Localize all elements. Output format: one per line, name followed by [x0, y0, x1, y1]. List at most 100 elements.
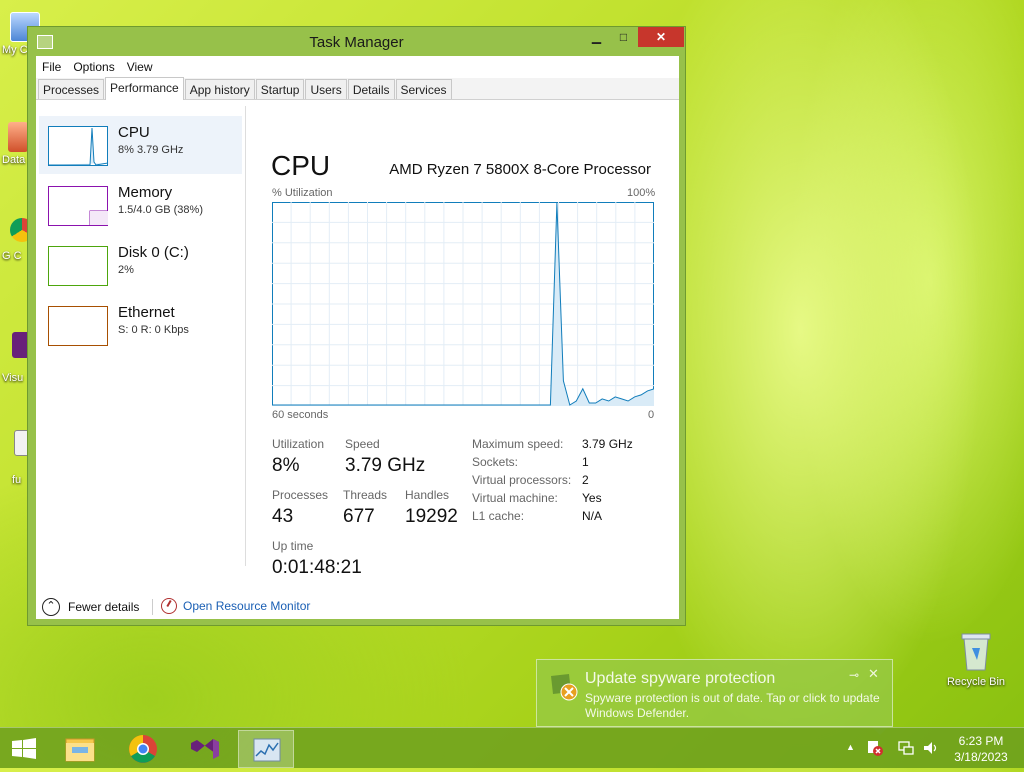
page-title: CPU: [271, 150, 331, 181]
task-manager-icon: [253, 738, 281, 762]
handles-value: 19292: [405, 506, 458, 527]
sockets-label: Sockets:: [472, 455, 519, 469]
graph-label: % Utilization: [272, 187, 333, 199]
show-hidden-icons-button[interactable]: ▲: [846, 742, 855, 752]
title-bar[interactable]: Task Manager ▁ □ ✕: [28, 27, 685, 56]
chevron-up-icon: ⌃: [42, 598, 60, 616]
graph-max-label: 100%: [627, 187, 656, 199]
tab-performance[interactable]: Performance: [105, 77, 184, 100]
utilization-value: 8%: [272, 455, 300, 476]
taskbar-visual-studio[interactable]: [177, 730, 233, 768]
resource-disk[interactable]: Disk 0 (C:) 2%: [39, 236, 242, 294]
close-button[interactable]: ✕: [638, 27, 684, 47]
resource-memory[interactable]: Memory 1.5/4.0 GB (38%): [39, 176, 242, 234]
clock[interactable]: 6:23 PM 3/18/2023: [948, 733, 1014, 765]
virtual-machine-value: Yes: [582, 491, 602, 505]
tab-processes[interactable]: Processes: [38, 79, 105, 99]
threads-label: Threads: [343, 488, 388, 502]
max-speed-label: Maximum speed:: [472, 437, 564, 451]
handles-label: Handles: [405, 488, 450, 502]
task-manager-window: Task Manager ▁ □ ✕ File Options View Pro…: [27, 26, 686, 626]
resource-cpu[interactable]: CPU 8% 3.79 GHz: [39, 116, 242, 174]
notification-toast[interactable]: Update spyware protection Spyware protec…: [536, 659, 893, 727]
notification-body: Spyware protection is out of date. Tap o…: [585, 691, 880, 720]
cpu-thumbnail-graph: [48, 126, 108, 166]
virtual-processors-label: Virtual processors:: [472, 473, 572, 487]
menu-bar: File Options View: [36, 56, 679, 78]
menu-options[interactable]: Options: [67, 56, 120, 78]
graph-grid: [272, 202, 654, 406]
taskbar-file-explorer[interactable]: [52, 730, 108, 768]
notification-title: Update spyware protection: [585, 670, 776, 687]
panel-divider: [245, 106, 246, 566]
data-app-icon: [8, 122, 28, 152]
menu-file[interactable]: File: [36, 56, 67, 78]
resource-ethernet[interactable]: Ethernet S: 0 R: 0 Kbps: [39, 296, 242, 354]
clock-date: 3/18/2023: [954, 750, 1008, 764]
start-button[interactable]: [0, 730, 48, 768]
l1-cache-label: L1 cache:: [472, 509, 525, 523]
graph-min-label: 0: [648, 409, 655, 421]
maximize-button[interactable]: □: [610, 27, 637, 47]
tab-startup[interactable]: Startup: [255, 79, 305, 99]
footer-divider: [152, 599, 153, 615]
memory-thumbnail-graph: [48, 186, 108, 226]
taskbar: ▲ 6:23 PM 3/18/2023: [0, 727, 1024, 768]
fewer-details-label: Fewer details: [68, 600, 140, 614]
open-resource-monitor-label: Open Resource Monitor: [183, 599, 311, 613]
virtual-machine-label: Virtual machine:: [472, 491, 558, 505]
taskbar-task-manager[interactable]: [238, 730, 294, 768]
resource-name: CPU: [118, 124, 150, 141]
tab-bar: Processes Performance App history Startu…: [36, 77, 679, 100]
network-icon[interactable]: [897, 739, 915, 757]
action-center-warning-icon[interactable]: [866, 739, 884, 757]
recycle-bin-label: Recycle Bin: [946, 676, 1006, 688]
defender-warning-icon: [551, 674, 578, 701]
open-resource-monitor-link[interactable]: Open Resource Monitor: [161, 598, 310, 614]
recycle-bin[interactable]: Recycle Bin: [940, 630, 1012, 688]
graph-time-label: 60 seconds: [272, 409, 329, 421]
fewer-details-button[interactable]: ⌃ Fewer details: [42, 598, 139, 616]
resource-detail: 1.5/4.0 GB (38%): [118, 204, 203, 216]
cpu-utilization-graph: [272, 202, 654, 406]
l1-cache-value: N/A: [582, 509, 603, 523]
processes-label: Processes: [272, 488, 329, 502]
windows-logo-icon: [12, 738, 36, 759]
threads-value: 677: [343, 506, 375, 527]
menu-view[interactable]: View: [121, 56, 159, 78]
sockets-value: 1: [582, 455, 589, 469]
tab-users[interactable]: Users: [305, 79, 347, 99]
tab-app-history[interactable]: App history: [184, 79, 255, 99]
uptime-value: 0:01:48:21: [272, 557, 362, 578]
clock-time: 6:23 PM: [958, 734, 1004, 748]
recycle-bin-icon: [960, 630, 992, 672]
resource-name: Ethernet: [118, 304, 175, 321]
folder-icon: [65, 738, 95, 762]
desktop-icon-label: Visu: [2, 372, 24, 384]
speed-label: Speed: [345, 437, 380, 451]
cpu-model: AMD Ryzen 7 5800X 8-Core Processor: [389, 161, 651, 178]
virtual-processors-value: 2: [582, 473, 589, 487]
resource-list: CPU 8% 3.79 GHz Memory 1.5/4.0 GB (38%) …: [36, 101, 246, 521]
tab-details[interactable]: Details: [347, 79, 395, 99]
tab-services[interactable]: Services: [395, 79, 452, 99]
resource-detail: 2%: [118, 264, 134, 276]
resource-name: Memory: [118, 184, 173, 201]
max-speed-value: 3.79 GHz: [582, 437, 633, 451]
desktop-icon-label: G C: [2, 250, 22, 262]
desktop-icon-label: fu: [12, 474, 22, 486]
uptime-label: Up time: [272, 539, 314, 553]
taskbar-chrome[interactable]: [115, 730, 171, 768]
resource-monitor-icon: [161, 598, 177, 614]
notification-close-button[interactable]: ✕: [868, 666, 879, 682]
volume-icon[interactable]: [922, 739, 940, 757]
desktop-icon-label: Data: [2, 154, 26, 166]
speed-value: 3.79 GHz: [345, 455, 426, 476]
pin-icon[interactable]: ⊸: [849, 668, 859, 682]
resource-name: Disk 0 (C:): [118, 244, 189, 261]
minimize-button[interactable]: ▁: [583, 27, 610, 47]
utilization-label: Utilization: [272, 437, 325, 451]
desktop-icon-label: My C: [2, 44, 28, 56]
visual-studio-icon: [191, 739, 219, 759]
resource-detail: 8% 3.79 GHz: [118, 144, 184, 156]
